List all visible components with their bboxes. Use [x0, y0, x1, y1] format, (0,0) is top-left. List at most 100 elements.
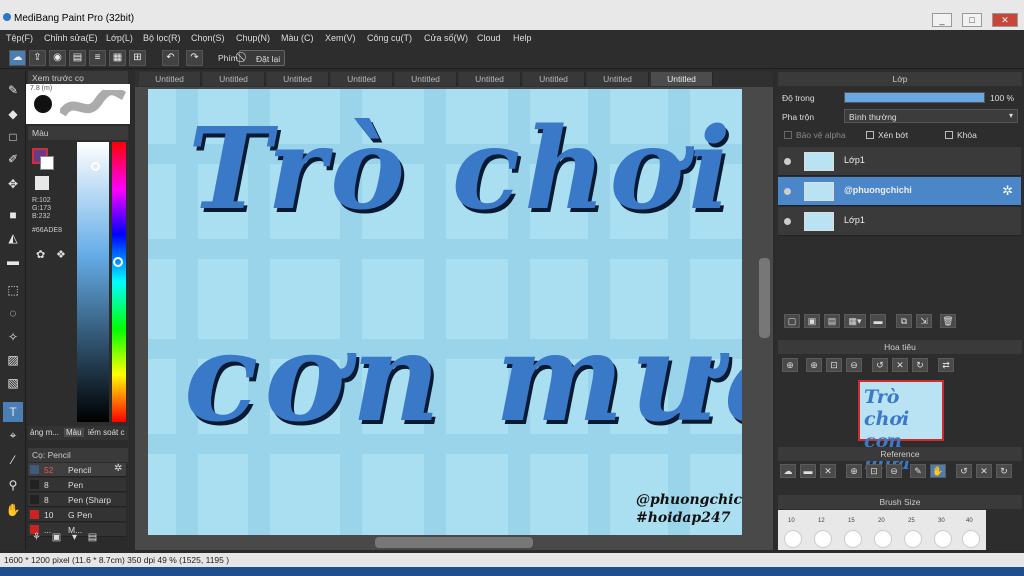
text-tool-icon[interactable]: T	[3, 402, 23, 422]
reference-reset-icon[interactable]: ✕	[976, 464, 992, 478]
transparent-swatch[interactable]	[35, 176, 49, 190]
reference-hand-icon[interactable]: ✋	[930, 464, 946, 478]
lasso-tool-icon[interactable]: ◌	[3, 303, 23, 323]
size-dot[interactable]	[962, 530, 980, 548]
layer-row[interactable]: Lớp1	[778, 207, 1021, 236]
size-30[interactable]: 30	[938, 518, 945, 524]
rotate-left-icon[interactable]: ↺	[872, 358, 888, 372]
add-layer-dropdown-icon[interactable]: ▦▾	[844, 314, 866, 328]
drawing-canvas[interactable]: Trò chơi cơn mưa @phuongchichi #hoidap24…	[148, 89, 742, 535]
fit-icon[interactable]: ⊡	[826, 358, 842, 372]
menu-layer[interactable]: Lớp(L)	[106, 33, 133, 43]
undo-icon[interactable]: ↶	[162, 50, 179, 66]
reference-eyedropper-icon[interactable]: ✎	[910, 464, 926, 478]
menu-tools[interactable]: Công cụ(T)	[367, 33, 412, 43]
reference-zoom-in-icon[interactable]: ⊕	[846, 464, 862, 478]
tab-palette[interactable]: ảng m...	[30, 428, 59, 437]
size-dot[interactable]	[784, 530, 802, 548]
clipping-checkbox[interactable]	[866, 131, 874, 139]
size-10[interactable]: 10	[788, 518, 795, 524]
magic-wand-icon[interactable]: ✧	[3, 327, 23, 347]
zoom-out-icon[interactable]: ⊖	[846, 358, 862, 372]
size-dot[interactable]	[934, 530, 952, 548]
document-tab[interactable]: Untitled	[651, 72, 713, 86]
hue-handle[interactable]	[113, 257, 123, 267]
dot-tool-icon[interactable]: □	[3, 127, 23, 147]
redo-icon[interactable]: ↷	[186, 50, 203, 66]
reference-open-icon[interactable]: ▬	[800, 464, 816, 478]
tab-color[interactable]: Màu	[64, 428, 84, 437]
reference-rotate-right-icon[interactable]: ↻	[996, 464, 1012, 478]
palette-icon[interactable]: ✿	[36, 248, 45, 261]
gear-icon[interactable]: ✲	[1002, 183, 1013, 199]
reference-cloud-icon[interactable]: ☁	[780, 464, 796, 478]
doc-icon[interactable]: ▦	[109, 50, 126, 66]
menu-view[interactable]: Xem(V)	[325, 33, 356, 43]
brush-copy-icon[interactable]: ▣	[52, 532, 61, 543]
list-icon[interactable]: ≡	[89, 50, 106, 66]
size-dot[interactable]	[874, 530, 892, 548]
brush-add-icon[interactable]: ⚘	[32, 532, 41, 543]
document-tab[interactable]: Untitled	[459, 72, 521, 86]
visibility-icon[interactable]	[784, 158, 791, 165]
reference-close-icon[interactable]: ✕	[820, 464, 836, 478]
brush-import-icon[interactable]: ▾	[72, 532, 77, 543]
vertical-scrollbar-thumb[interactable]	[759, 258, 770, 338]
select-eraser-icon[interactable]: ▧	[3, 373, 23, 393]
size-dot[interactable]	[814, 530, 832, 548]
comment-icon[interactable]: ▤	[69, 50, 86, 66]
navigator-thumbnail[interactable]: Trò chơi cơn mưa	[858, 380, 944, 474]
document-tab[interactable]: Untitled	[203, 72, 265, 86]
upload-icon[interactable]: ⇪	[29, 50, 46, 66]
size-dot[interactable]	[844, 530, 862, 548]
document-tab[interactable]: Untitled	[331, 72, 393, 86]
brush-item[interactable]: 8 Pen	[28, 478, 126, 492]
document-tab[interactable]: Untitled	[267, 72, 329, 86]
chat-icon[interactable]: ◉	[49, 50, 66, 66]
reference-zoom-out-icon[interactable]: ⊖	[886, 464, 902, 478]
rotate-right-icon[interactable]: ↻	[912, 358, 928, 372]
merge-layer-icon[interactable]: ⇲	[916, 314, 932, 328]
menu-color[interactable]: Màu (C)	[281, 33, 314, 43]
move-tool-icon[interactable]: ✥	[3, 174, 23, 194]
document-tab[interactable]: Untitled	[587, 72, 649, 86]
menu-file[interactable]: Tệp(F)	[6, 33, 33, 43]
size-15[interactable]: 15	[848, 518, 855, 524]
brush-tool-icon[interactable]: ✎	[3, 80, 23, 100]
size-20[interactable]: 20	[878, 518, 885, 524]
document-tab[interactable]: Untitled	[139, 72, 201, 86]
visibility-icon[interactable]	[784, 218, 791, 225]
size-40[interactable]: 40	[966, 518, 973, 524]
pen-tool-icon[interactable]: ✐	[3, 149, 23, 169]
select-pen-icon[interactable]: ▨	[3, 350, 23, 370]
divide-tool-icon[interactable]: ⁄	[3, 450, 23, 470]
cloud-icon[interactable]: ☁	[9, 50, 26, 66]
zoom-in-icon[interactable]: ⊕	[782, 358, 798, 372]
flip-icon[interactable]: ⇄	[938, 358, 954, 372]
gear-icon[interactable]: ✲	[114, 463, 122, 474]
background-color-swatch[interactable]	[40, 156, 54, 170]
opacity-slider[interactable]	[844, 92, 985, 103]
select-tool-icon[interactable]: ⬚	[3, 280, 23, 300]
sv-picker-handle[interactable]	[91, 162, 100, 171]
size-25[interactable]: 25	[908, 518, 915, 524]
bucket-tool-icon[interactable]: ◭	[3, 228, 23, 248]
operation-tool-icon[interactable]: ⌖	[3, 425, 23, 445]
hand-tool-icon[interactable]: ✋	[3, 500, 23, 520]
reset-rotation-icon[interactable]: ✕	[892, 358, 908, 372]
new-halftone-layer-icon[interactable]: ▣	[804, 314, 820, 328]
brush-delete-icon[interactable]: ▤	[88, 532, 97, 543]
reference-fit-icon[interactable]: ⊡	[866, 464, 882, 478]
zoom-in-alt-icon[interactable]: ⊕	[806, 358, 822, 372]
delete-layer-icon[interactable]: 🗑	[940, 314, 956, 328]
protect-alpha-checkbox[interactable]	[784, 131, 792, 139]
duplicate-layer-icon[interactable]: ⧉	[896, 314, 912, 328]
new-layer-icon[interactable]: ▢	[784, 314, 800, 328]
blend-mode-select[interactable]: Bình thường ▾	[844, 109, 1018, 123]
menu-cloud[interactable]: Cloud	[477, 33, 501, 43]
reference-rotate-left-icon[interactable]: ↺	[956, 464, 972, 478]
menu-filter[interactable]: Bộ lọc(R)	[143, 33, 181, 43]
tab-control[interactable]: iếm soát c	[88, 428, 124, 437]
color-history-icon[interactable]: ❖	[56, 248, 66, 261]
fill-rect-tool-icon[interactable]: ■	[3, 205, 23, 225]
